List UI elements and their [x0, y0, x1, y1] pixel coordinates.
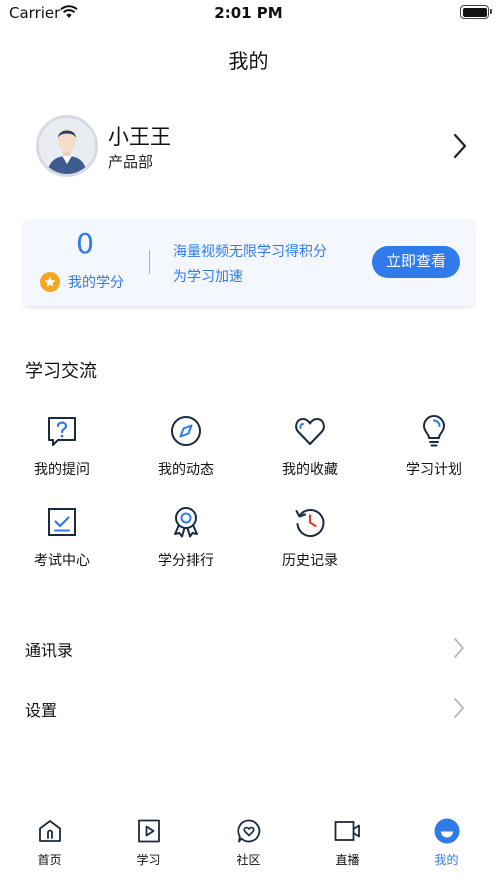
- user-name: 小王王: [108, 125, 171, 149]
- grid-item-exam-center[interactable]: 考试中心: [0, 506, 124, 570]
- tab-live[interactable]: 直播: [298, 815, 397, 875]
- list-row-settings[interactable]: 设置: [0, 683, 497, 733]
- grid-item-label: 考试中心: [34, 553, 90, 569]
- tab-label: 学习: [136, 853, 161, 867]
- grid-item-my-favorites[interactable]: 我的收藏: [248, 415, 372, 479]
- tab-label: 首页: [37, 853, 62, 867]
- grid-item-label: 历史记录: [282, 553, 338, 569]
- grid-item-label: 我的收藏: [282, 462, 338, 478]
- promo-text-line-2: 为学习加速: [173, 269, 243, 285]
- score-label: 我的学分: [68, 275, 124, 291]
- promo-text-line-1: 海量视频无限学习得积分: [173, 244, 327, 260]
- grid-item-label: 我的动态: [158, 462, 214, 478]
- page-title: 我的: [228, 49, 269, 73]
- chevron-right-icon: [454, 638, 464, 658]
- grid-item-label: 我的提问: [34, 462, 90, 478]
- star-badge-icon: [40, 272, 60, 292]
- home-icon: [39, 820, 61, 842]
- tab-label: 直播: [335, 853, 360, 867]
- tab-home[interactable]: 首页: [0, 815, 99, 875]
- grid-item-my-activity[interactable]: 我的动态: [124, 415, 248, 479]
- community-heart-icon: [237, 819, 261, 843]
- lightbulb-icon: [423, 415, 445, 447]
- tab-community[interactable]: 社区: [199, 815, 298, 875]
- tab-mine[interactable]: 我的: [397, 815, 496, 875]
- score-value: 0: [76, 227, 94, 260]
- question-icon: [48, 417, 76, 446]
- history-icon: [295, 509, 325, 537]
- status-bar: Carrier 2:01 PM: [0, 0, 497, 26]
- battery-icon: [460, 5, 492, 19]
- grid-item-label: 学分排行: [158, 553, 214, 569]
- chevron-right-icon: [454, 698, 464, 718]
- exam-check-icon: [48, 508, 76, 536]
- grid-item-my-questions[interactable]: 我的提问: [0, 415, 124, 479]
- live-camera-icon: [334, 821, 360, 841]
- avatar-person-icon: [39, 118, 95, 174]
- tab-study[interactable]: 学习: [99, 815, 198, 875]
- grid-item-study-plan[interactable]: 学习计划: [372, 415, 496, 479]
- user-department: 产品部: [108, 153, 154, 171]
- chevron-right-icon[interactable]: [453, 133, 467, 159]
- medal-icon: [174, 507, 198, 538]
- avatar[interactable]: [36, 115, 98, 177]
- score-card: 0 我的学分 海量视频无限学习得积分 为学习加速 立即查看: [24, 219, 474, 306]
- video-play-icon: [138, 819, 160, 843]
- compass-icon: [171, 416, 201, 446]
- list-row-contacts[interactable]: 通讯录: [0, 623, 497, 673]
- section-title-exchange: 学习交流: [25, 361, 97, 382]
- tab-bar: 首页 学习 社区 直播 我的: [0, 815, 497, 883]
- grid-item-credit-ranking[interactable]: 学分排行: [124, 506, 248, 570]
- grid-item-history[interactable]: 历史记录: [248, 506, 372, 570]
- list-row-label: 通讯录: [25, 641, 74, 660]
- view-now-button[interactable]: 立即查看: [372, 246, 460, 278]
- divider: [149, 250, 150, 274]
- tab-label: 社区: [236, 853, 261, 867]
- tab-label: 我的: [434, 853, 459, 867]
- profile-icon: [434, 818, 460, 844]
- status-time: 2:01 PM: [214, 4, 283, 22]
- heart-icon: [295, 418, 325, 445]
- list-row-label: 设置: [25, 701, 58, 720]
- grid-item-label: 学习计划: [406, 462, 462, 478]
- profile-row[interactable]: 小王王 产品部: [0, 115, 497, 181]
